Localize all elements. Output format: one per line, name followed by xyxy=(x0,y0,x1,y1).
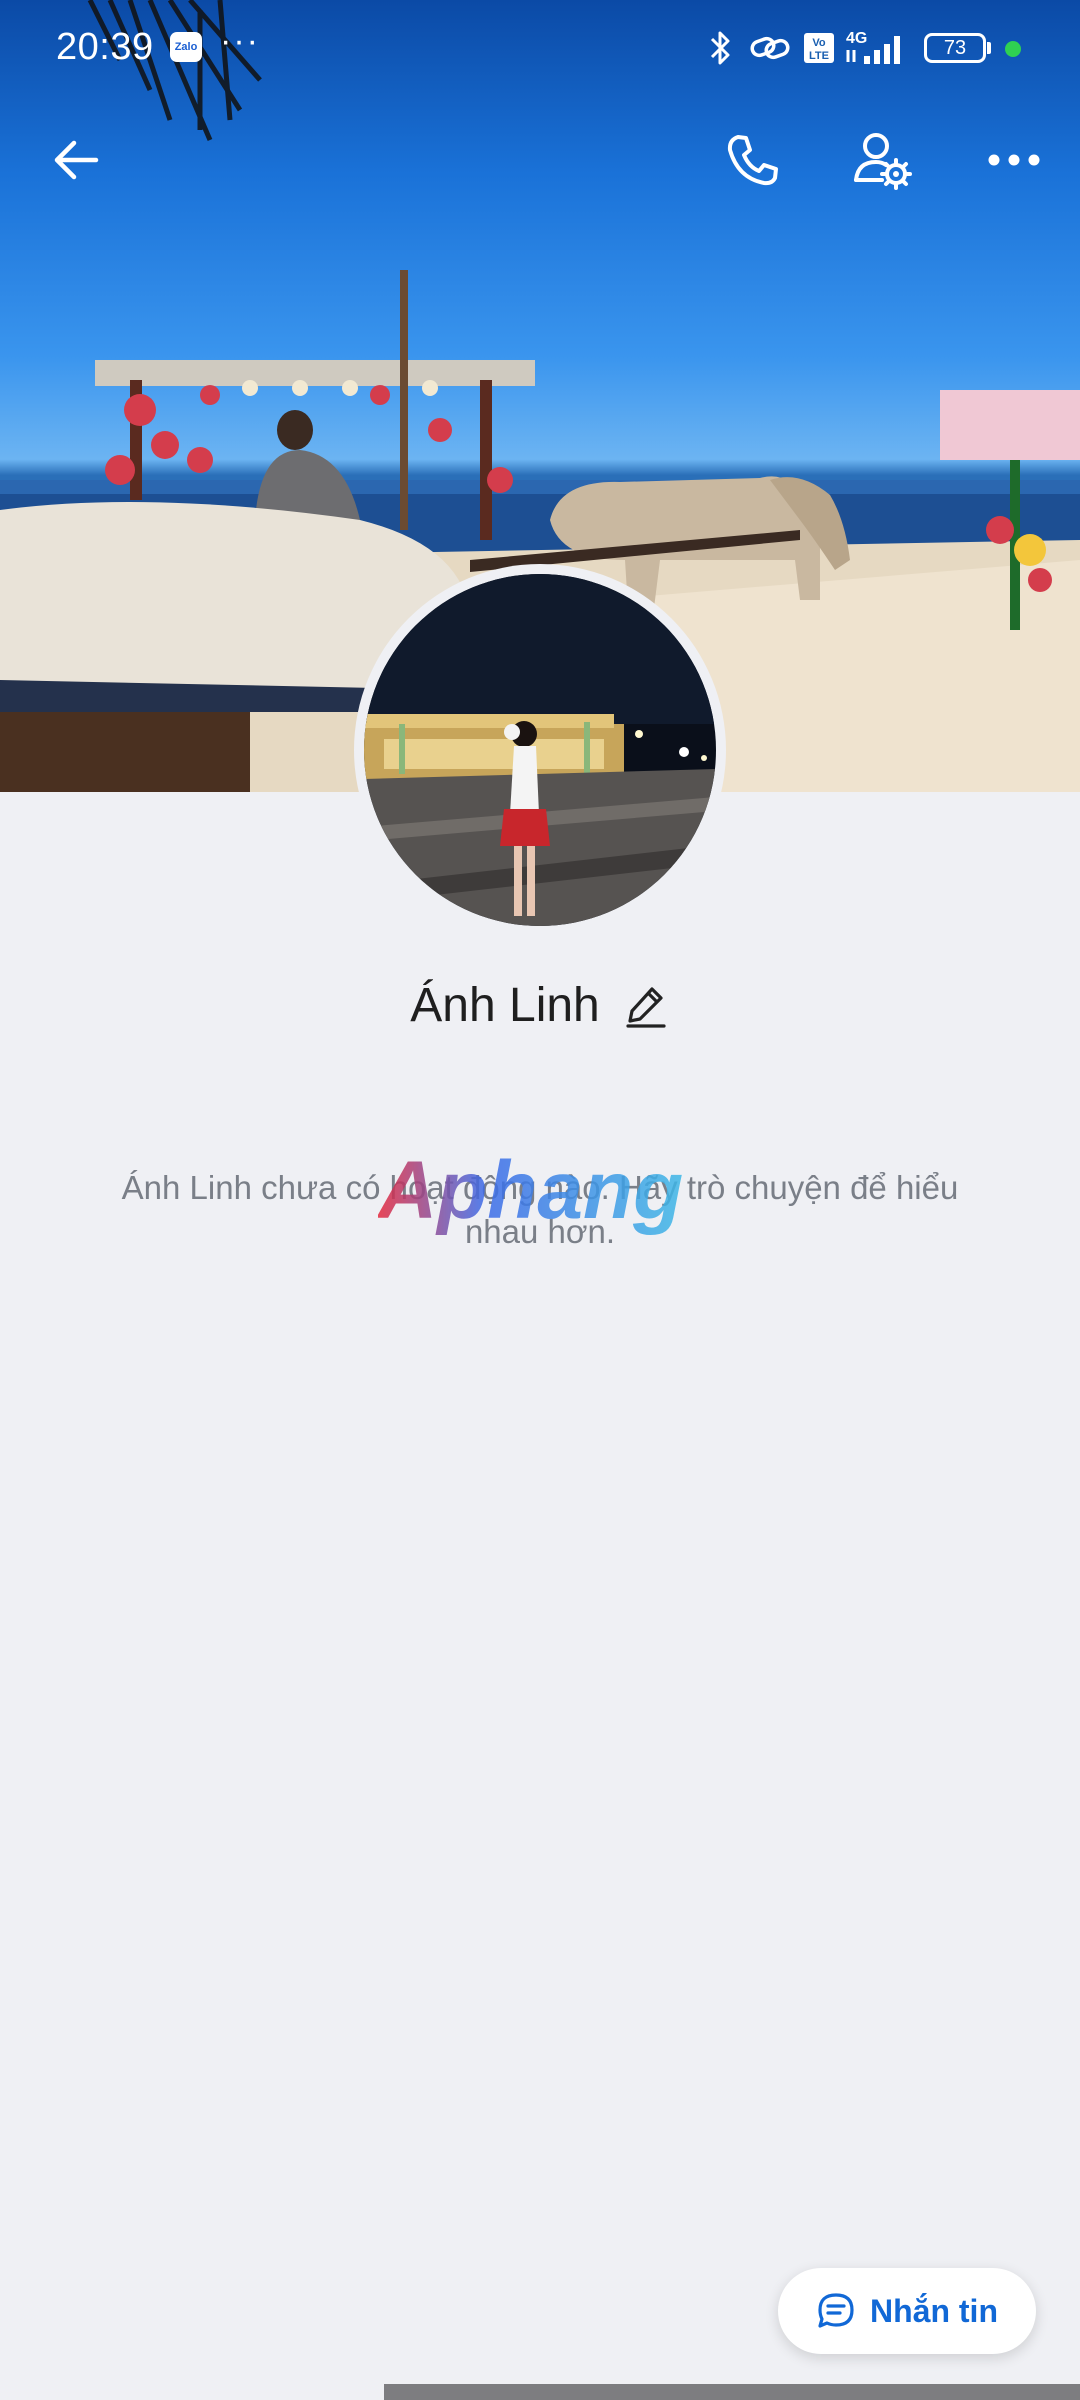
avatar-image xyxy=(364,574,716,926)
watermark-text: Aphang xyxy=(378,1145,683,1236)
svg-text:LTE: LTE xyxy=(809,50,829,62)
chat-bubble-icon xyxy=(818,2293,854,2328)
link-icon xyxy=(750,36,790,60)
profile-settings-button[interactable] xyxy=(842,120,922,200)
battery-icon: 73 xyxy=(924,33,986,63)
user-settings-icon xyxy=(854,133,912,190)
profile-name: Ánh Linh xyxy=(410,978,600,1032)
more-icon xyxy=(988,154,1040,166)
profile-name-row: Ánh Linh xyxy=(0,970,1080,1040)
watermark-logo: Aphang xyxy=(378,1145,683,1236)
zalo-notification-icon: Zalo xyxy=(170,32,202,62)
back-button[interactable] xyxy=(36,120,116,200)
send-message-label: Nhắn tin xyxy=(870,2292,998,2329)
status-bar: 20:39 Zalo ··· Vo LTE 4G 73 xyxy=(0,0,1080,100)
send-message-button[interactable]: Nhắn tin xyxy=(778,2268,1036,2354)
more-notifications-icon: ··· xyxy=(220,22,260,60)
avatar[interactable] xyxy=(354,564,726,936)
back-arrow-icon xyxy=(54,140,99,180)
battery-tip xyxy=(987,42,991,54)
phone-icon xyxy=(727,135,778,186)
gesture-bar[interactable] xyxy=(384,2384,1080,2400)
privacy-indicator-dot xyxy=(1005,41,1021,57)
svg-text:4G: 4G xyxy=(846,30,867,47)
bluetooth-icon xyxy=(710,31,730,65)
more-options-button[interactable] xyxy=(974,120,1054,200)
call-button[interactable] xyxy=(712,120,792,200)
svg-text:Vo: Vo xyxy=(812,37,826,49)
status-time: 20:39 xyxy=(56,26,154,68)
avatar-photo-drawing xyxy=(364,574,716,926)
profile-screen: 20:39 Zalo ··· Vo LTE 4G 73 Ánh Linh Ánh… xyxy=(0,0,1080,2400)
pencil-icon[interactable] xyxy=(622,981,670,1029)
volte-icon: Vo LTE xyxy=(804,33,834,63)
signal-icon: 4G xyxy=(846,30,900,64)
